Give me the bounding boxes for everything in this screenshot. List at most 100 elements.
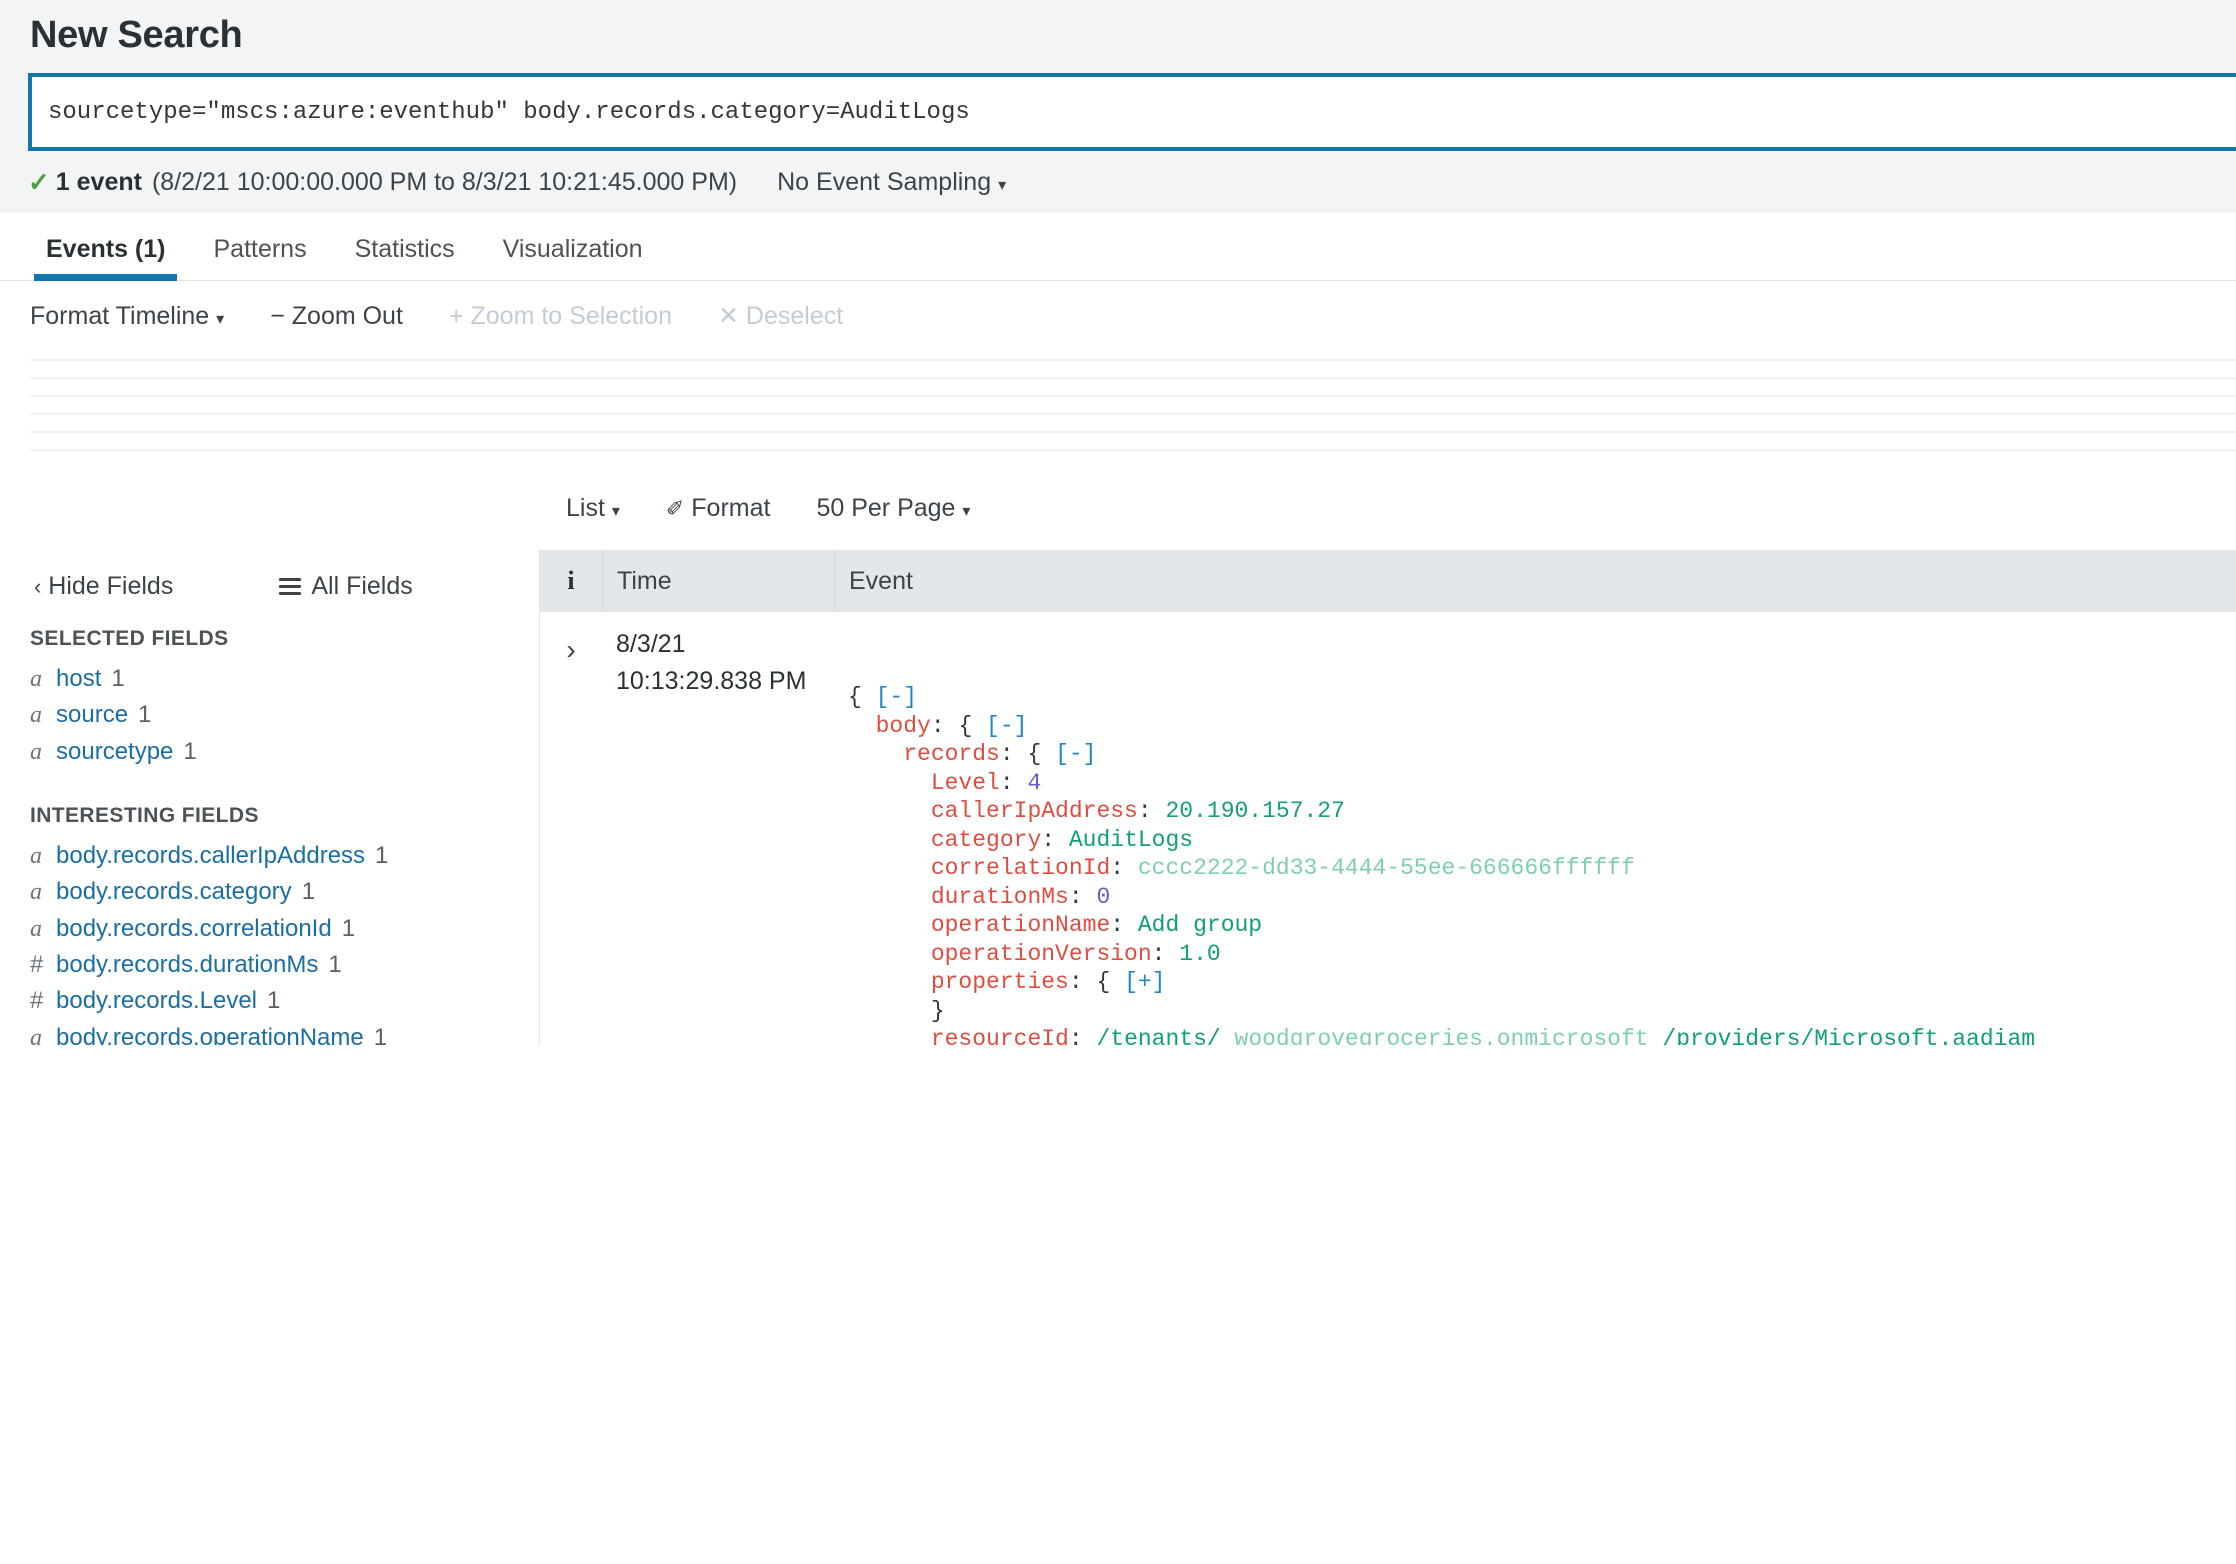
json-close-brace: } [930, 997, 945, 1024]
format-button[interactable]: ✐ Format [666, 494, 771, 523]
column-header-event: Event [834, 550, 2236, 612]
event-time: 10:13:29.838 PM [616, 667, 807, 695]
json-toggle-icon[interactable]: [-] [986, 713, 1027, 739]
json-key: correlationId [930, 855, 1111, 882]
search-query-text: sourcetype="mscs:azure:eventhub" body.re… [48, 98, 970, 126]
field-list-item[interactable]: a body.records.operationName 1 [0, 1020, 539, 1046]
pencil-icon: ✐ [665, 495, 685, 521]
field-name[interactable]: source 1 [56, 701, 151, 729]
field-name[interactable]: body.records.correlationId 1 [56, 915, 355, 943]
field-count: 1 [183, 737, 197, 765]
time-range-label: (8/2/21 10:00:00.000 PM to 8/3/21 10:21:… [151, 167, 738, 196]
field-name[interactable]: body.records.callerIpAddress 1 [56, 842, 388, 870]
close-icon: ✕ [717, 302, 739, 330]
tab-visualization-label: Visualization [502, 235, 643, 263]
interesting-fields-list: a body.records.callerIpAddress 1 a body.reco… [0, 838, 539, 1045]
tab-patterns-label: Patterns [213, 235, 307, 263]
per-page-dropdown[interactable]: 50 Per Page ▾ [816, 494, 970, 523]
json-open-brace: { [1096, 969, 1125, 996]
json-toggle-icon[interactable]: [-] [1055, 741, 1096, 767]
field-list-item[interactable]: a body.records.category 1 [0, 874, 539, 910]
tab-statistics[interactable]: Statistics [337, 235, 473, 280]
field-list-item[interactable]: a sourcetype 1 [0, 734, 539, 770]
tab-statistics-label: Statistics [354, 235, 455, 263]
field-list-item[interactable]: a body.records.correlationId 1 [0, 911, 539, 947]
field-list-item[interactable]: a source 1 [0, 697, 539, 733]
event-date: 8/3/21 [616, 630, 686, 658]
field-count: 1 [111, 665, 125, 692]
json-line: operationVersion: 1.0 [848, 940, 2236, 969]
event-sampling-dropdown[interactable]: No Event Sampling ▾ [777, 168, 1006, 197]
json-colon: : [1151, 940, 1180, 967]
string-field-icon: a [30, 842, 42, 869]
column-header-info: i [567, 566, 575, 595]
tab-events[interactable]: Events (1) [28, 235, 183, 281]
event-json-body: { [-] body: { [-] records: { [-] Level: … [834, 626, 2236, 1045]
field-name[interactable]: body.records.durationMs 1 [56, 951, 342, 979]
string-field-icon: a [30, 702, 42, 729]
timeline-gridline [30, 431, 2236, 433]
field-name[interactable]: body.records.operationName 1 [56, 1024, 387, 1046]
json-key: records [903, 741, 1000, 768]
search-input[interactable]: sourcetype="mscs:azure:eventhub" body.re… [28, 73, 2236, 151]
json-colon: : [1041, 826, 1069, 853]
field-list-item[interactable]: # body.records.Level 1 [0, 983, 539, 1019]
json-value: 0 [1096, 883, 1111, 910]
view-mode-dropdown[interactable]: List ▾ [566, 494, 620, 523]
field-name[interactable]: sourcetype 1 [56, 738, 197, 766]
format-timeline-dropdown[interactable]: Format Timeline ▾ [30, 302, 224, 331]
json-line: records: { [-] [848, 740, 2236, 769]
chevron-down-icon: ▾ [962, 502, 971, 520]
field-count: 1 [328, 950, 342, 978]
plus-icon: + [448, 301, 464, 330]
expand-row-button[interactable]: › [540, 626, 602, 1045]
json-colon: : [1068, 969, 1097, 996]
event-count-label: 1 event [55, 167, 142, 196]
string-field-icon: a [30, 666, 42, 692]
field-list-item[interactable]: a host 1 [0, 661, 539, 697]
zoom-to-selection-label: Zoom to Selection [470, 301, 672, 330]
timeline-gridline [30, 377, 2236, 379]
all-fields-button[interactable]: All Fields [279, 572, 413, 601]
json-toggle-icon[interactable]: [+] [1124, 969, 1165, 995]
tab-visualization[interactable]: Visualization [485, 235, 661, 280]
column-header-time: Time [602, 550, 834, 612]
json-key: callerIpAddress [930, 798, 1138, 825]
timeline-gridline [30, 395, 2236, 397]
json-colon: : [999, 741, 1028, 768]
json-colon: : [1110, 912, 1138, 939]
json-value: AuditLogs [1068, 826, 1194, 853]
chevron-down-icon: ▾ [611, 502, 620, 520]
zoom-to-selection-button[interactable]: + Zoom to Selection [449, 302, 672, 331]
field-list-item[interactable]: # body.records.durationMs 1 [0, 947, 539, 983]
tab-events-label: Events (1) [46, 235, 166, 263]
field-list-item[interactable]: a body.records.callerIpAddress 1 [0, 838, 539, 874]
string-field-icon: a [30, 1024, 42, 1046]
field-name[interactable]: host 1 [56, 665, 125, 693]
json-open-brace: { [848, 684, 876, 711]
field-count: 1 [373, 1023, 388, 1046]
json-toggle-icon[interactable]: [-] [876, 684, 917, 710]
tab-patterns[interactable]: Patterns [195, 235, 324, 280]
page-title: New Search [30, 14, 243, 56]
json-value-segment: /providers/Microsoft.aadiam [1662, 1026, 2036, 1045]
json-value: 1.0 [1179, 940, 1221, 967]
field-name[interactable]: body.records.category 1 [56, 878, 315, 906]
deselect-label: Deselect [745, 302, 844, 330]
timeline-gridline [30, 359, 2236, 361]
json-value-segment: /tenants/ [1096, 1026, 1221, 1045]
fields-sidebar-header: ‹ Hide Fields All Fields [0, 558, 539, 627]
zoom-out-button[interactable]: − Zoom Out [270, 302, 403, 331]
json-key: operationName [930, 912, 1111, 939]
json-colon: : [1110, 855, 1138, 882]
format-label: Format [691, 493, 771, 522]
json-value: cccc2222-dd33-4444-55ee-666666ffffff [1137, 855, 1635, 882]
field-count: 1 [138, 701, 152, 729]
deselect-button[interactable]: ✕ Deselect [718, 301, 843, 331]
field-name[interactable]: body.records.Level 1 [56, 987, 280, 1015]
hide-fields-button[interactable]: ‹ Hide Fields [34, 572, 173, 601]
string-field-icon: a [30, 879, 42, 906]
timeline-gridline [30, 413, 2236, 415]
timeline-chart[interactable] [30, 351, 2236, 466]
json-line: durationMs: 0 [848, 883, 2236, 912]
